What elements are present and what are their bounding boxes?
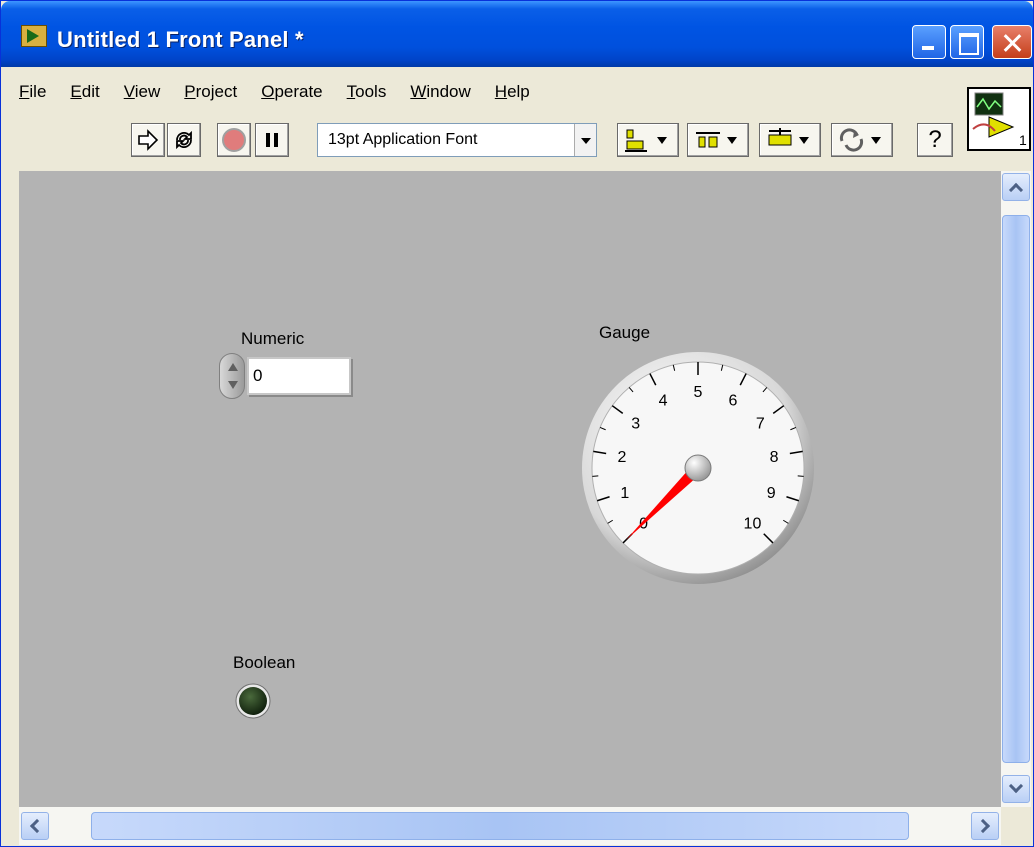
run-button[interactable] (131, 123, 165, 157)
menu-tools[interactable]: Tools (335, 82, 399, 102)
numeric-label: Numeric (241, 329, 305, 348)
resize-objects-icon (768, 128, 809, 146)
resize-grip[interactable] (1001, 807, 1031, 845)
boolean-led-indicator[interactable] (235, 683, 271, 719)
labview-app-icon[interactable] (21, 25, 47, 47)
chevron-left-icon (29, 818, 45, 834)
minimize-button[interactable] (912, 25, 946, 59)
scroll-left-button[interactable] (21, 812, 49, 840)
scroll-right-button[interactable] (971, 812, 999, 840)
help-icon: ? (928, 126, 942, 153)
gauge-tick-label: 10 (744, 515, 762, 532)
boolean-label: Boolean (233, 653, 296, 672)
chevron-down-icon[interactable] (574, 124, 596, 156)
gauge-tick-label: 2 (617, 449, 626, 466)
abort-execution-icon (222, 128, 246, 152)
increment-decrement-button[interactable] (219, 353, 245, 399)
menu-view[interactable]: View (112, 82, 173, 102)
maximize-button[interactable] (950, 25, 984, 59)
vertical-scrollbar[interactable] (1001, 171, 1031, 807)
font-select-value: 13pt Application Font (328, 131, 478, 148)
gauge-tick-label: 1 (620, 485, 629, 502)
menu-help[interactable]: Help (483, 82, 542, 102)
resize-objects-button[interactable] (759, 123, 821, 157)
gauge-hub (684, 454, 712, 482)
gauge-indicator[interactable]: 012345678910 (581, 351, 815, 585)
pause-icon (266, 133, 278, 147)
run-continuously-icon (176, 130, 192, 150)
title-bar[interactable]: Untitled 1 Front Panel * (1, 1, 1033, 67)
gauge-tick-label: 5 (694, 384, 703, 401)
menu-window[interactable]: Window (398, 82, 482, 102)
run-arrow-icon (138, 129, 159, 151)
window-title: Untitled 1 Front Panel * (57, 27, 304, 52)
numeric-control: 0 (219, 353, 351, 399)
close-button[interactable] (992, 25, 1032, 59)
horizontal-scrollbar[interactable] (19, 807, 1001, 845)
align-objects-icon (625, 129, 667, 152)
run-continuously-button[interactable] (167, 123, 201, 157)
menu-operate[interactable]: Operate (249, 82, 334, 102)
svg-text:1: 1 (1019, 132, 1027, 148)
abort-execution-button[interactable] (217, 123, 251, 157)
reorder-icon (839, 128, 881, 152)
gauge-tick-label: 3 (631, 416, 640, 433)
connector-pane-icon[interactable]: 1 (967, 87, 1031, 151)
scroll-down-button[interactable] (1002, 775, 1030, 803)
align-objects-button[interactable] (617, 123, 679, 157)
front-panel-canvas[interactable] (19, 171, 1001, 807)
chevron-up-icon (1008, 182, 1024, 198)
gauge-label: Gauge (599, 323, 651, 342)
toolbar: 13pt Application Font ? (3, 113, 963, 165)
chevron-down-icon (1008, 778, 1024, 794)
horizontal-scroll-thumb[interactable] (91, 812, 909, 840)
numeric-input[interactable]: 0 (247, 357, 351, 395)
chevron-right-icon (975, 818, 991, 834)
distribute-objects-button[interactable] (687, 123, 749, 157)
context-help-button[interactable]: ? (917, 123, 953, 157)
pause-button[interactable] (255, 123, 289, 157)
menu-edit[interactable]: Edit (58, 82, 111, 102)
labview-window: Untitled 1 Front Panel * File Edit View … (0, 0, 1034, 847)
gauge-tick-label: 6 (729, 392, 738, 409)
gauge-tick-label: 7 (756, 416, 765, 433)
gauge-tick-label: 4 (659, 392, 668, 409)
vertical-scroll-thumb[interactable] (1002, 215, 1030, 763)
gauge-tick-label: 9 (767, 485, 776, 502)
text-settings-dropdown[interactable]: 13pt Application Font (317, 123, 597, 157)
distribute-objects-icon (696, 132, 737, 148)
menu-project[interactable]: Project (172, 82, 249, 102)
gauge-tick-label: 8 (770, 449, 779, 466)
scroll-up-button[interactable] (1002, 173, 1030, 201)
menu-file[interactable]: File (3, 82, 58, 102)
reorder-button[interactable] (831, 123, 893, 157)
menu-bar: File Edit View Project Operate Tools Win… (3, 73, 963, 111)
